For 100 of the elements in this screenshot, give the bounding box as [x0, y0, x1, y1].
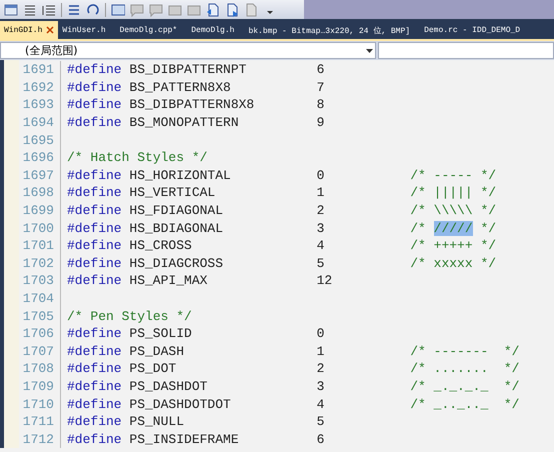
line-number: 1707: [19, 342, 61, 360]
code-keyword: #define: [67, 203, 123, 218]
file-tab[interactable]: DemoDlg.cpp*: [116, 21, 188, 39]
window-icon[interactable]: [4, 2, 18, 16]
scope-dropdown[interactable]: (全局范围): [0, 42, 376, 59]
code-identifier: PS_NULL: [129, 414, 186, 430]
code-identifier: BS_PATTERN8X8: [129, 80, 232, 95]
code-identifier: HS_VERTICAL: [129, 185, 216, 200]
code-keyword: #define: [67, 220, 123, 236]
document-icon[interactable]: [206, 2, 220, 16]
line-number: 1700: [19, 219, 61, 237]
code-value: 1: [316, 185, 326, 200]
line-number: 1702: [19, 254, 61, 272]
code-value: 12: [316, 273, 334, 288]
code-keyword: #define: [67, 432, 123, 447]
code-identifier: HS_API_MAX: [129, 273, 208, 288]
code-keyword: #define: [67, 168, 123, 183]
line-number: 1712: [19, 430, 61, 448]
code-comment: /* Hatch Styles */: [67, 150, 208, 166]
code-comment: /* \\\\\ */: [410, 203, 496, 218]
code-keyword: #define: [67, 378, 123, 394]
code-keyword: #define: [67, 115, 123, 130]
code-value: 5: [316, 414, 326, 430]
code-keyword: #define: [67, 414, 123, 430]
code-identifier: BS_MONOPATTERN: [129, 115, 240, 130]
line-number: 1696: [19, 148, 61, 167]
code-value: 6: [316, 62, 326, 78]
close-icon[interactable]: [45, 25, 56, 35]
line-number: 1709: [19, 378, 61, 396]
code-identifier: PS_INSIDEFRAME: [129, 432, 240, 447]
file-tab[interactable]: DemoDlg.h: [187, 21, 244, 39]
line-number: 1706: [19, 324, 61, 342]
line-number: 1693: [19, 96, 61, 114]
code-keyword: #define: [67, 238, 123, 254]
line-number: 1701: [19, 236, 61, 255]
code-keyword: #define: [67, 344, 123, 359]
line-number: 1698: [19, 184, 61, 202]
code-identifier: HS_HORIZONTAL: [129, 168, 232, 183]
line-number: 1703: [19, 272, 61, 290]
code-keyword: #define: [67, 62, 123, 78]
code-keyword: #define: [67, 273, 123, 288]
code-comment: /* Pen Styles */: [67, 308, 192, 324]
code-keyword: #define: [67, 361, 123, 376]
code-identifier: HS_DIAGCROSS: [129, 256, 224, 271]
code-keyword: #define: [67, 185, 123, 200]
code-comment: /* ....... */: [410, 361, 520, 376]
code-value: 6: [316, 432, 326, 447]
code-keyword: #define: [67, 256, 123, 271]
code-value: 3: [316, 220, 326, 236]
code-value: 9: [316, 115, 326, 130]
code-value: 0: [316, 168, 326, 183]
line-number: 1699: [19, 202, 61, 220]
line-number: 1711: [19, 412, 61, 430]
code-comment: */: [479, 220, 496, 236]
code-identifier: HS_FDIAGONAL: [129, 203, 224, 218]
code-value: 5: [316, 256, 326, 271]
code-keyword: #define: [67, 80, 123, 95]
lines-icon[interactable]: [67, 2, 81, 16]
line-number: 1692: [19, 78, 61, 96]
document-icon[interactable]: [225, 2, 239, 16]
code-identifier: PS_DOT: [129, 361, 178, 376]
line-number: 1705: [19, 307, 61, 325]
code-keyword: #define: [67, 326, 123, 342]
dropdown-arrow-icon: [366, 48, 373, 52]
file-tab[interactable]: Demo.rc - IDD_DEMO_D: [420, 21, 530, 39]
line-number: 1694: [19, 114, 61, 132]
code-value: 3: [316, 378, 326, 394]
code-value: 4: [316, 238, 326, 254]
line-number: 1708: [19, 360, 61, 378]
code-identifier: BS_DIBPATTERN8X8: [129, 97, 256, 112]
code-value: 2: [316, 361, 326, 376]
code-identifier: PS_DASHDOTDOT: [129, 396, 232, 412]
code-identifier: PS_SOLID: [129, 326, 193, 342]
code-comment: /*: [410, 220, 427, 236]
code-keyword: #define: [67, 97, 123, 112]
code-comment: /* _.._.._ */: [410, 396, 520, 412]
code-comment: /* ------- */: [410, 344, 520, 359]
file-tab[interactable]: WinUser.h: [58, 21, 116, 39]
code-identifier: BS_DIBPATTERNPT: [129, 62, 248, 78]
code-comment: /* ||||| */: [410, 185, 496, 200]
code-value: 7: [316, 80, 326, 95]
code-keyword: #define: [67, 396, 123, 412]
code-comment: /* xxxxx */: [410, 256, 496, 271]
window-icon[interactable]: [111, 2, 125, 16]
code-value: 2: [316, 203, 326, 218]
line-number: 1697: [19, 166, 61, 184]
file-tab[interactable]: WinGDI.h: [0, 21, 58, 39]
list-icon[interactable]: [23, 2, 37, 16]
code-value: 8: [316, 97, 326, 112]
list-icon[interactable]: [42, 2, 56, 16]
code-comment: /* ----- */: [410, 168, 496, 183]
selected-text: /////: [434, 220, 473, 236]
code-comment: /* +++++ */: [410, 238, 496, 254]
code-identifier: HS_CROSS: [129, 238, 193, 254]
file-tab[interactable]: bk.bmp - Bitmap…3x220, 24 位, BMP]: [244, 21, 420, 39]
line-number: 1704: [19, 290, 61, 308]
line-number: 1691: [19, 61, 61, 79]
code-value: 0: [316, 326, 326, 342]
code-comment: /* _._._._ */: [410, 378, 520, 394]
code-value: 1: [316, 344, 326, 359]
